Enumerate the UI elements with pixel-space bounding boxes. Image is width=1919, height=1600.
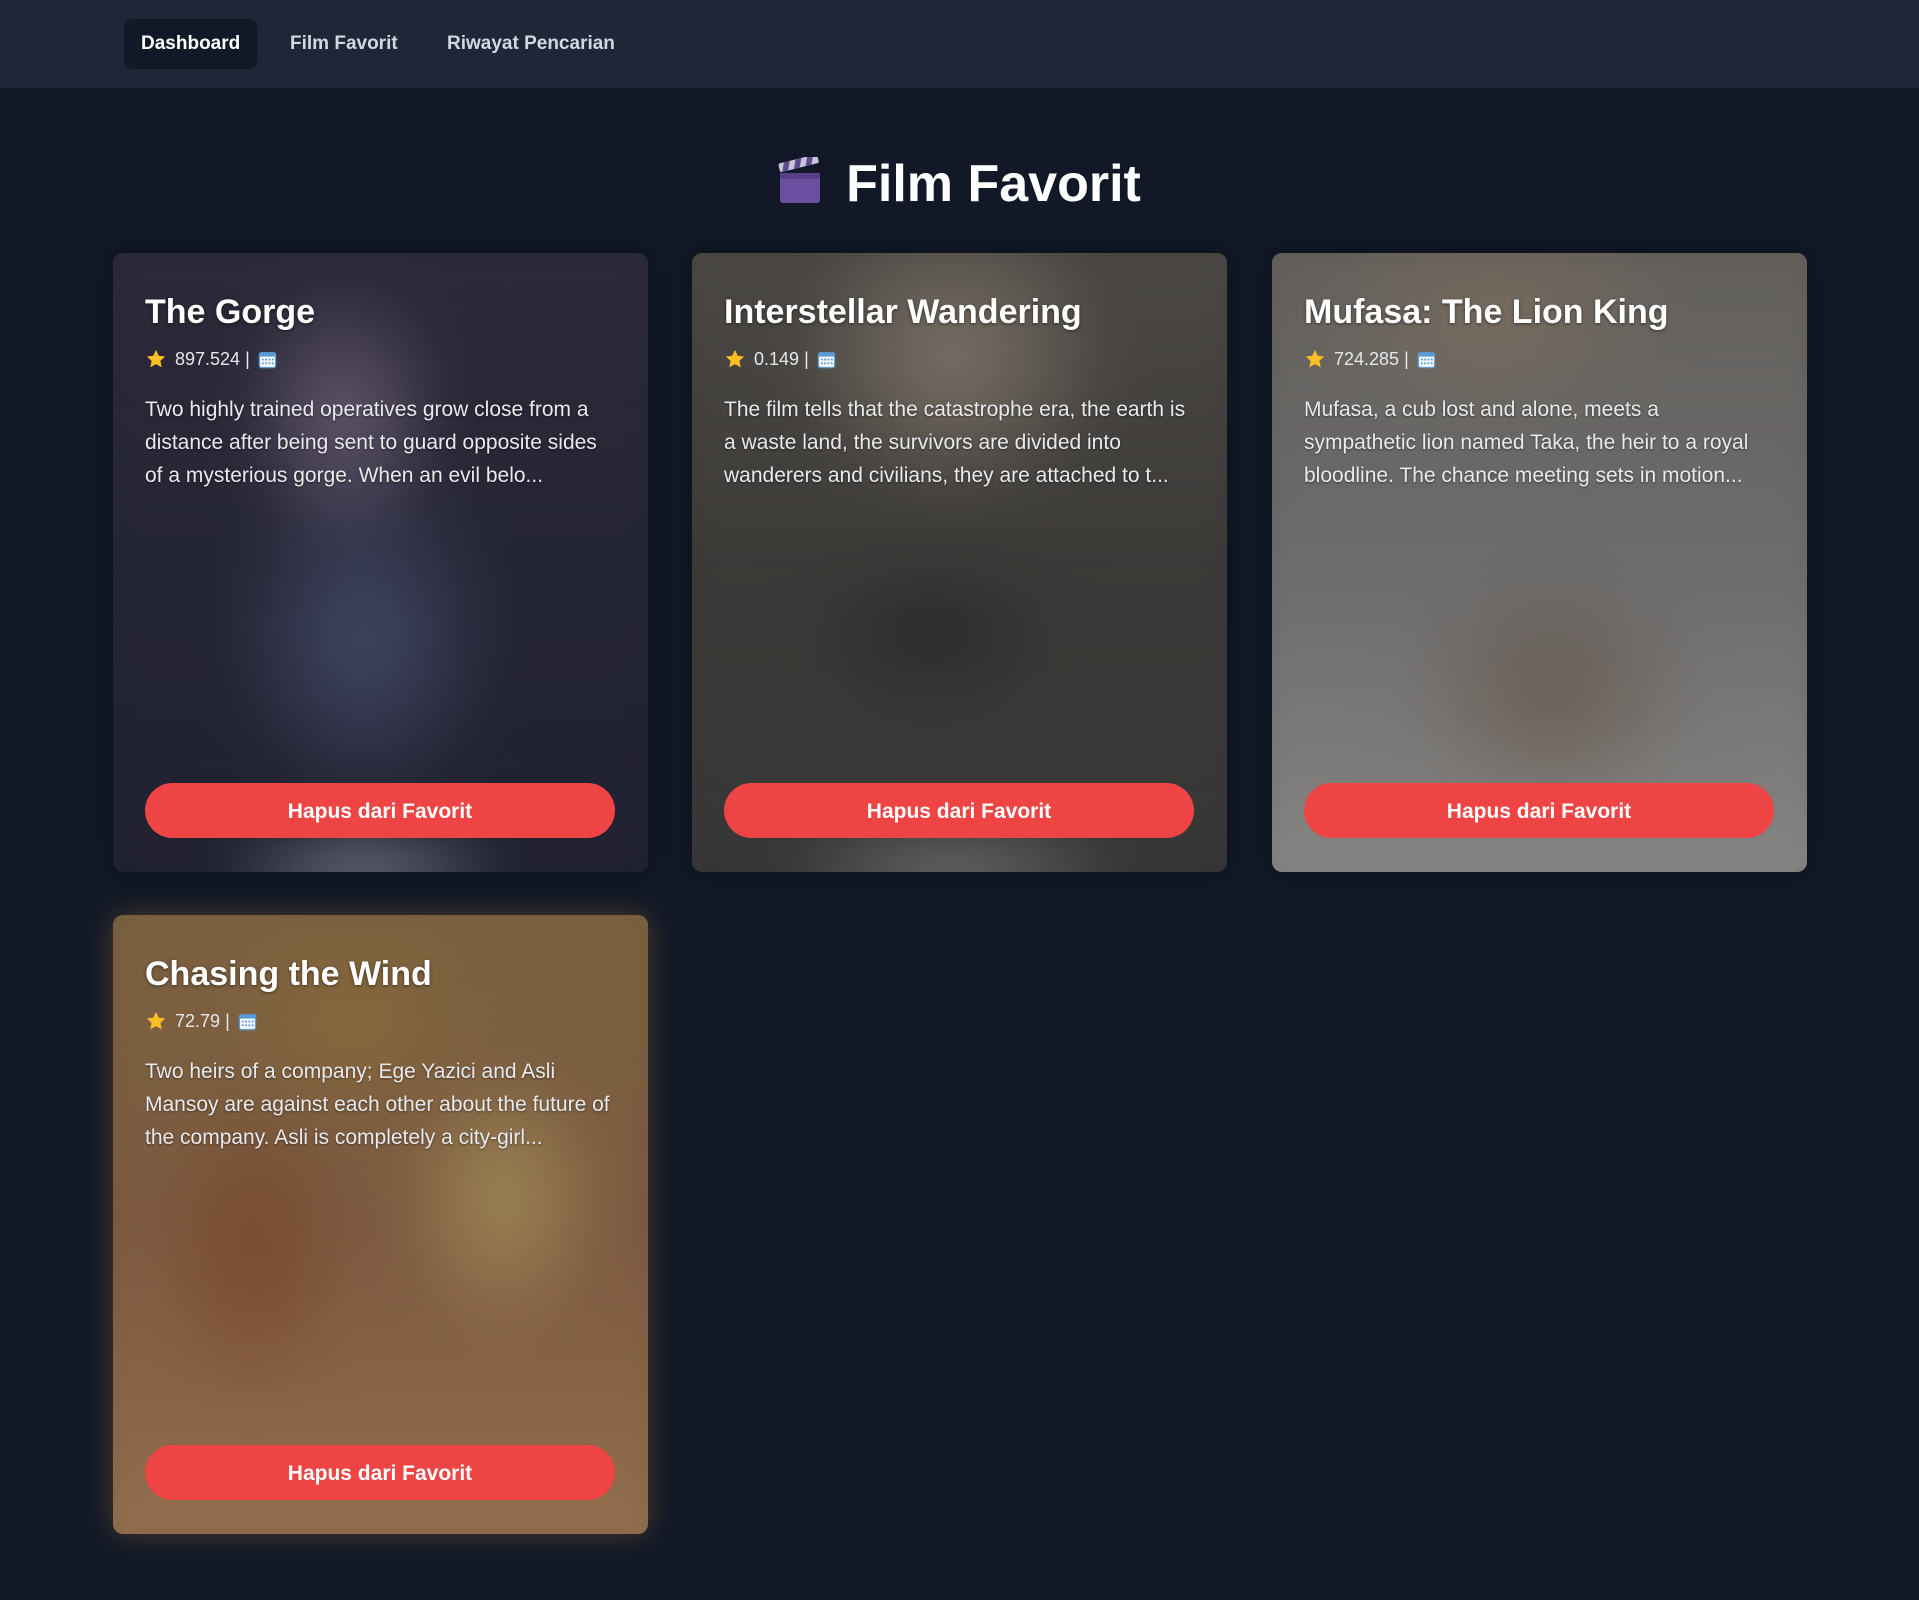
movie-title: Chasing the Wind xyxy=(145,955,432,993)
remove-favorite-button[interactable]: Hapus dari Favorit xyxy=(145,783,615,838)
nav-dashboard[interactable]: Dashboard xyxy=(124,19,258,69)
remove-favorite-button[interactable]: Hapus dari Favorit xyxy=(145,1445,615,1500)
nav-riwayat-pencarian[interactable]: Riwayat Pencarian xyxy=(430,19,632,69)
page-title: Film Favorit xyxy=(846,155,1141,213)
movie-rating: 897.524 xyxy=(175,349,241,369)
movie-description: Two highly trained operatives grow close… xyxy=(145,398,597,487)
movie-rating: 72.79 xyxy=(175,1011,221,1031)
calendar-icon xyxy=(1417,351,1436,368)
meta-separator: | xyxy=(225,1011,230,1031)
movie-card: Interstellar Wandering 0.149 | The film … xyxy=(692,253,1227,872)
meta-separator: | xyxy=(1404,349,1409,369)
movie-meta: 0.149 | xyxy=(724,347,1195,371)
movie-title: The Gorge xyxy=(145,293,316,331)
remove-favorite-button[interactable]: Hapus dari Favorit xyxy=(724,783,1194,838)
star-icon xyxy=(146,349,166,368)
clapper-board-icon xyxy=(778,157,821,203)
movie-title: Mufasa: The Lion King xyxy=(1304,293,1669,331)
page-header: Film Favorit xyxy=(0,150,1919,218)
movie-description: The film tells that the catastrophe era,… xyxy=(724,398,1186,487)
meta-separator: | xyxy=(804,349,809,369)
calendar-icon xyxy=(238,1013,256,1030)
movie-rating: 724.285 xyxy=(1334,349,1400,369)
remove-favorite-button[interactable]: Hapus dari Favorit xyxy=(1304,783,1774,838)
star-icon xyxy=(146,1011,166,1030)
nav-film-favorit[interactable]: Film Favorit xyxy=(273,19,415,69)
meta-separator: | xyxy=(245,349,250,369)
calendar-icon xyxy=(817,351,835,368)
movie-card: Chasing the Wind 72.79 | Two heirs of a … xyxy=(113,915,648,1534)
movie-rating: 0.149 xyxy=(754,349,800,369)
movie-title: Interstellar Wandering xyxy=(724,293,1082,331)
movie-meta: 897.524 | xyxy=(145,347,616,371)
movie-card: The Gorge 897.524 | Two highly trained o… xyxy=(113,253,648,872)
movie-description: Two heirs of a company; Ege Yazici and A… xyxy=(145,1060,610,1149)
movie-meta: 72.79 | xyxy=(145,1009,616,1033)
star-icon xyxy=(725,349,745,368)
movie-description: Mufasa, a cub lost and alone, meets a sy… xyxy=(1304,398,1749,487)
star-icon xyxy=(1305,349,1325,368)
navbar: Dashboard Film Favorit Riwayat Pencarian xyxy=(0,0,1919,88)
movie-meta: 724.285 | xyxy=(1304,347,1775,371)
movie-card: Mufasa: The Lion King 724.285 | Mufasa, … xyxy=(1272,253,1807,872)
calendar-icon xyxy=(258,351,277,368)
